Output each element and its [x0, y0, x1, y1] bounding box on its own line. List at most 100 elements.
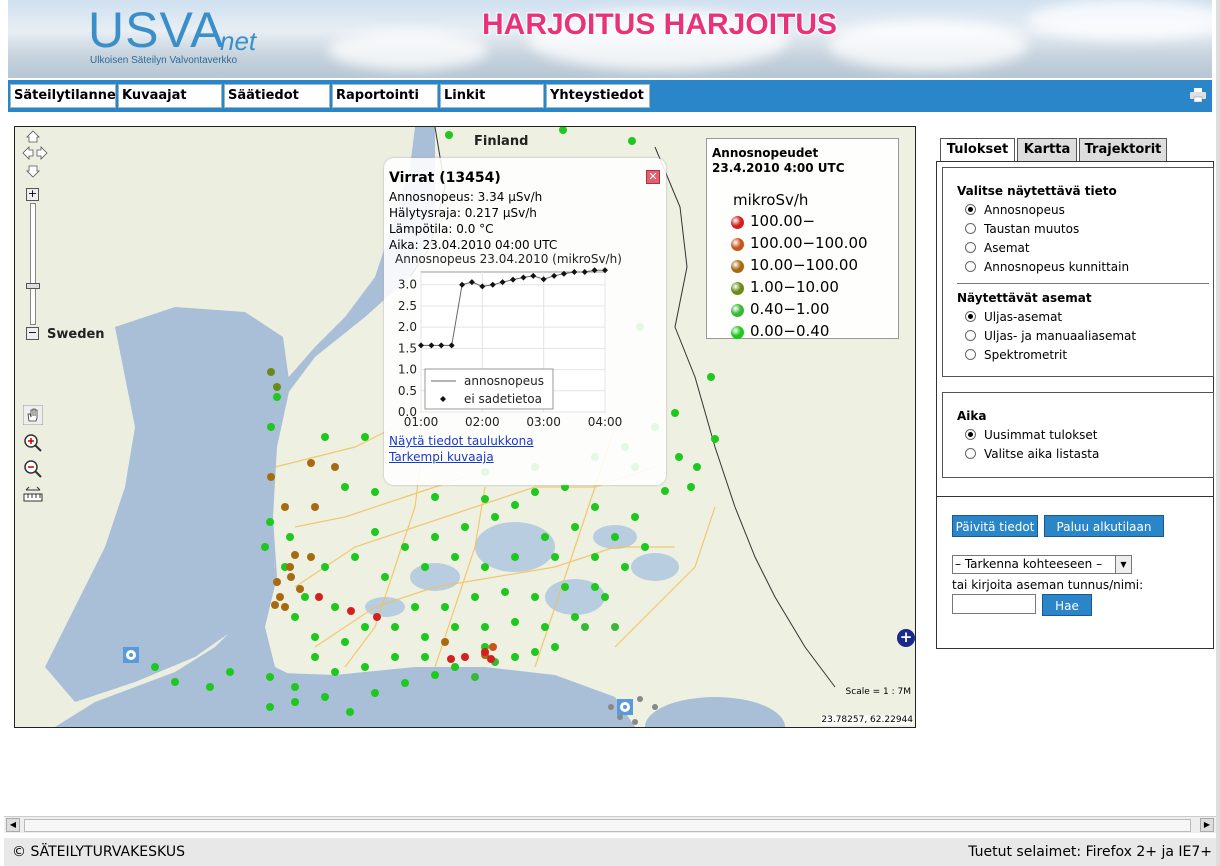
radio-asemat[interactable]: Asemat: [965, 241, 1030, 255]
tab-trajektorit[interactable]: Trajektorit: [1079, 138, 1167, 162]
legend-label: 0.00−0.40: [750, 322, 830, 340]
y-tick-label: 1.0: [398, 363, 417, 377]
horizontal-scrollbar[interactable]: ◀ ▶: [4, 816, 1216, 833]
radio-checked-icon[interactable]: [965, 311, 976, 322]
zoom-slider-track[interactable]: [30, 203, 36, 325]
expand-layers-icon[interactable]: +: [897, 629, 915, 647]
reset-button[interactable]: Paluu alkutilaan: [1044, 515, 1164, 537]
radio-icon[interactable]: [965, 242, 976, 253]
nuclear-plant-icon[interactable]: [123, 647, 139, 663]
print-icon[interactable]: [1190, 88, 1206, 102]
nav-item-saatiedot[interactable]: Säätiedot: [224, 84, 330, 108]
radio-taustan-muutos[interactable]: Taustan muutos: [965, 222, 1079, 236]
copyright-text: © SÄTEILYTURVAKESKUS: [12, 844, 185, 860]
y-tick-label: 2.0: [398, 320, 417, 334]
x-tick-label: 03:00: [526, 415, 561, 428]
measure-tool-icon[interactable]: [23, 485, 43, 505]
section-divider: [957, 283, 1209, 284]
exercise-banner: HARJOITUS HARJOITUS: [482, 8, 838, 41]
map-coordinates: 23.78257, 62.22944: [821, 715, 913, 725]
station-search-input[interactable]: [952, 594, 1036, 614]
legend-dot-icon: [731, 326, 744, 339]
dose-rate-chart: Annosnopeus 23.04.2010 (mikroSv/h)0.00.5…: [395, 252, 623, 428]
radio-icon[interactable]: [965, 349, 976, 360]
pan-hand-icon[interactable]: [23, 405, 43, 425]
popup-alarm-limit: Hälytysraja: 0.217 µSv/h: [389, 206, 537, 220]
map-label-finland: Finland: [474, 134, 529, 149]
y-tick-label: 3.0: [398, 278, 417, 292]
target-select[interactable]: – Tarkenna kohteeseen – ▼: [952, 555, 1132, 574]
radio-checked-icon[interactable]: [965, 204, 976, 215]
legend-label: 100.00−100.00: [750, 234, 868, 252]
popup-dose-rate: Annosnopeus: 3.34 µSv/h: [389, 190, 543, 204]
logo-subtitle: Ulkoisen Säteilyn Valvontaverkko: [90, 55, 238, 66]
tab-tulokset[interactable]: Tulokset: [940, 138, 1015, 163]
legend-date: 23.4.2010 4:00 UTC: [712, 161, 845, 175]
logo[interactable]: USVA: [88, 4, 224, 56]
status-bar: © SÄTEILYTURVAKESKUS Tuetut selaimet: Fi…: [4, 838, 1216, 866]
vertical-scrollbar[interactable]: [1216, 0, 1220, 866]
display-options-box: Valitse näytettävä tieto Annosnopeus Tau…: [942, 167, 1214, 377]
popup-temperature: Lämpötila: 0.0 °C: [389, 222, 494, 236]
station-popup: Virrat (13454) ✕ Annosnopeus: 3.34 µSv/h…: [384, 158, 666, 485]
x-tick-label: 04:00: [588, 415, 623, 428]
y-tick-label: 0.5: [398, 384, 417, 398]
scroll-right-icon[interactable]: ▶: [1200, 818, 1214, 832]
radio-uljas-manuaali[interactable]: Uljas- ja manuaaliasemat: [965, 329, 1136, 343]
radio-valitse-aika[interactable]: Valitse aika listasta: [965, 447, 1099, 461]
radio-uusimmat[interactable]: Uusimmat tulokset: [965, 428, 1098, 442]
legend-label: 10.00−100.00: [750, 256, 858, 274]
zoom-in-button[interactable]: +: [26, 188, 39, 201]
radio-spektrometrit[interactable]: Spektrometrit: [965, 348, 1067, 362]
scrollbar-thumb[interactable]: [24, 819, 1191, 832]
legend-label: 100.00−: [750, 212, 816, 230]
y-tick-label: 2.5: [398, 299, 417, 313]
nav-item-yhteystiedot[interactable]: Yhteystiedot: [546, 84, 650, 108]
panel-divider: [936, 496, 1214, 497]
zoom-in-tool-icon[interactable]: [23, 433, 43, 453]
nav-item-raportointi[interactable]: Raportointi: [332, 84, 438, 108]
radio-uljas-asemat[interactable]: Uljas-asemat: [965, 310, 1062, 324]
zoom-out-tool-icon[interactable]: [23, 459, 43, 479]
map-label-sweden: Sweden: [47, 327, 105, 342]
tab-kartta[interactable]: Kartta: [1017, 138, 1077, 162]
stations-section-title: Näytettävät asemat: [957, 291, 1092, 305]
y-tick-label: 1.5: [398, 341, 417, 355]
time-section-title: Aika: [957, 409, 987, 423]
radio-icon[interactable]: [965, 261, 976, 272]
popup-title: Virrat (13454): [389, 170, 501, 186]
pan-control[interactable]: [21, 129, 51, 181]
map-legend: Annosnopeudet 23.4.2010 4:00 UTC mikroSv…: [706, 138, 899, 340]
zoom-out-button[interactable]: −: [26, 327, 39, 340]
radiation-map[interactable]: Finland Sweden + − + Virrat (13454) ✕ An…: [14, 126, 916, 728]
nav-item-linkit[interactable]: Linkit: [440, 84, 544, 108]
radio-checked-icon[interactable]: [965, 429, 976, 440]
refresh-button[interactable]: Päivitä tiedot: [952, 515, 1038, 537]
radio-icon[interactable]: [965, 330, 976, 341]
zoom-slider-handle[interactable]: [26, 283, 40, 289]
show-table-link[interactable]: Näytä tiedot taulukkona: [389, 434, 534, 448]
detailed-chart-link[interactable]: Tarkempi kuvaaja: [389, 450, 494, 464]
scroll-left-icon[interactable]: ◀: [6, 818, 20, 832]
site-header: USVA net Ulkoisen Säteilyn Valvontaverkk…: [8, 0, 1212, 78]
radio-icon[interactable]: [965, 448, 976, 459]
nav-item-sateilytilanne[interactable]: Säteilytilanne: [10, 84, 116, 108]
radio-icon[interactable]: [965, 223, 976, 234]
legend-dot-icon: [731, 282, 744, 295]
radio-annosnopeus[interactable]: Annosnopeus: [965, 203, 1065, 217]
chevron-down-icon[interactable]: ▼: [1115, 556, 1131, 573]
legend-series-label: ei sadetietoa: [464, 392, 542, 406]
nav-item-kuvaajat[interactable]: Kuvaajat: [118, 84, 222, 108]
legend-label: 0.40−1.00: [750, 300, 830, 318]
close-icon[interactable]: ✕: [646, 170, 660, 184]
legend-dot-icon: [731, 238, 744, 251]
legend-series-label: annosnopeus: [464, 374, 544, 388]
target-select-value: – Tarkenna kohteeseen –: [955, 557, 1103, 571]
search-button[interactable]: Hae: [1042, 594, 1092, 616]
legend-label: 1.00−10.00: [750, 278, 839, 296]
main-nav: Säteilytilanne Kuvaajat Säätiedot Raport…: [8, 80, 1212, 112]
legend-dot-icon: [731, 216, 744, 229]
radio-annosnopeus-kunnittain[interactable]: Annosnopeus kunnittain: [965, 260, 1129, 274]
nuclear-plant-icon-2[interactable]: [617, 699, 633, 715]
station-search-hint: tai kirjoita aseman tunnus/nimi:: [952, 578, 1144, 592]
